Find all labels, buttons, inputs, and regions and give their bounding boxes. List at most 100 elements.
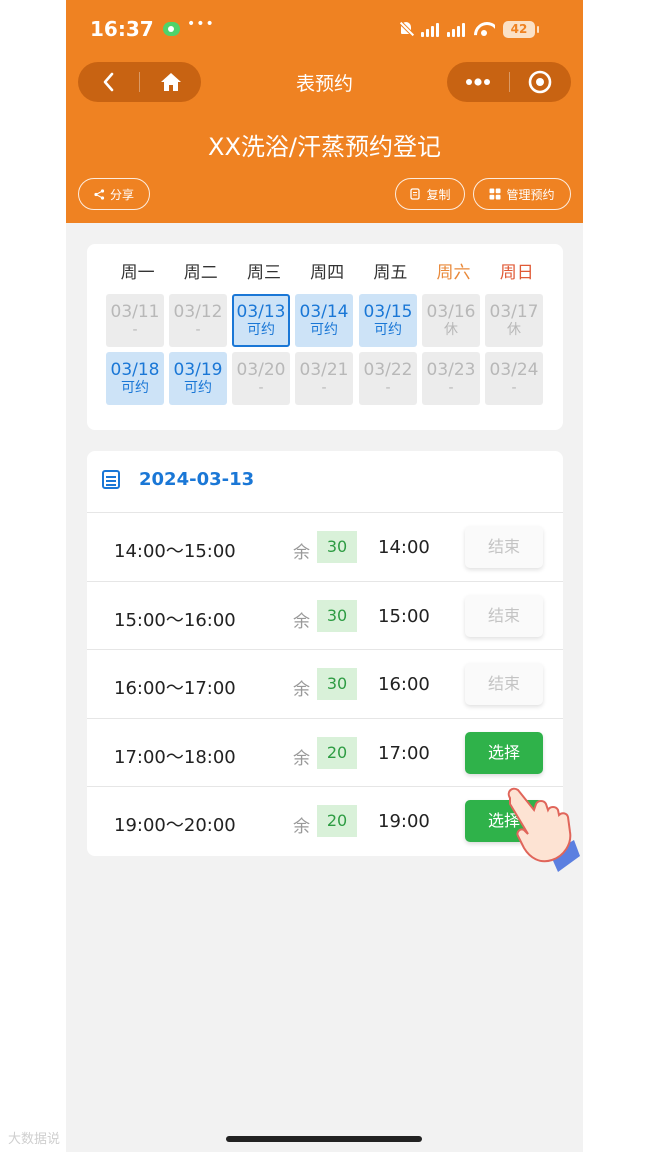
calendar-day[interactable]: 03/12- xyxy=(169,294,227,347)
remaining-label: 余 xyxy=(293,611,310,632)
slot-ended-button: 结束 xyxy=(465,594,543,637)
signal-icon xyxy=(421,21,439,37)
copy-button[interactable]: 复制 xyxy=(395,178,465,210)
day-status: 可约 xyxy=(374,322,402,339)
slot-start-time: 14:00 xyxy=(378,537,430,558)
wechat-icon xyxy=(163,22,180,36)
day-status: 休 xyxy=(507,322,521,339)
copy-icon xyxy=(410,188,421,200)
day-status: - xyxy=(132,322,138,339)
more-dots-icon xyxy=(465,78,490,86)
day-status: 可约 xyxy=(310,322,338,339)
day-date: 03/11 xyxy=(110,302,160,322)
day-date: 03/21 xyxy=(299,360,349,380)
day-date: 03/16 xyxy=(426,302,476,322)
manage-booking-button[interactable]: 管理预约 xyxy=(473,178,571,210)
weekday-fri: 周五 xyxy=(373,263,408,283)
day-status: - xyxy=(448,380,454,397)
slot-time-range: 14:00～15:00 xyxy=(114,541,236,562)
slot-ended-button: 结束 xyxy=(465,526,543,568)
page-title: XX洗浴/汗蒸预约登记 xyxy=(208,133,441,161)
calendar-day[interactable]: 03/23- xyxy=(422,352,480,405)
slot-ended-button: 结束 xyxy=(465,663,543,706)
slot-start-time: 19:00 xyxy=(378,811,430,833)
day-date: 03/18 xyxy=(110,360,160,380)
slot-start-time: 15:00 xyxy=(378,605,430,627)
calendar-day[interactable]: 03/15 可约 xyxy=(359,294,417,347)
remaining-count: 20 xyxy=(317,805,357,838)
calendar-day[interactable]: 03/11- xyxy=(106,294,164,347)
calendar-icon xyxy=(102,470,120,489)
day-status: - xyxy=(258,380,264,397)
calendar-day[interactable]: 03/19 可约 xyxy=(169,352,227,405)
pointing-hand-icon xyxy=(507,787,580,872)
day-date: 03/22 xyxy=(363,360,413,380)
calendar-day[interactable]: 03/14 可约 xyxy=(295,294,353,347)
calendar-day[interactable]: 03/22- xyxy=(359,352,417,405)
slot-time-range: 15:00～16:00 xyxy=(114,609,236,631)
share-button[interactable]: 分享 xyxy=(78,178,150,210)
more-button[interactable] xyxy=(447,62,509,102)
calendar-day-selected[interactable]: 03/13 可约 xyxy=(232,294,290,347)
calendar-day[interactable]: 03/18 可约 xyxy=(106,352,164,405)
select-slot-button[interactable]: 选择 xyxy=(465,731,543,774)
grid-icon xyxy=(489,188,501,200)
slot-time-range: 16:00～17:00 xyxy=(114,678,236,700)
day-status: - xyxy=(321,380,327,397)
copy-label: 复制 xyxy=(426,187,451,202)
calendar-day[interactable]: 03/24- xyxy=(485,352,543,405)
mute-bell-icon xyxy=(399,21,413,37)
day-date: 03/14 xyxy=(299,302,349,322)
remaining-label: 余 xyxy=(293,543,310,563)
calendar-day[interactable]: 03/21- xyxy=(295,352,353,405)
slot-time-range: 17:00～18:00 xyxy=(114,746,236,768)
day-status: - xyxy=(511,380,517,397)
remaining-label: 余 xyxy=(293,817,310,838)
timeslot-row: 19:00～20:00 余 20 19:00 选择 xyxy=(87,787,563,856)
calendar-card: 周一 周二 周三 周四 周五 周六 周日 03/11- 03/12- 03/13… xyxy=(87,244,563,430)
weekday-sat: 周六 xyxy=(436,263,471,283)
weekday-sun: 周日 xyxy=(499,263,534,283)
day-status: 可约 xyxy=(121,380,149,397)
selected-date: 2024-03-13 xyxy=(139,469,255,490)
day-date: 03/20 xyxy=(236,360,286,380)
slot-time-range: 19:00～20:00 xyxy=(114,815,236,837)
day-date: 03/17 xyxy=(489,302,539,322)
weekday-wed: 周三 xyxy=(246,263,281,283)
calendar-day[interactable]: 03/16 休 xyxy=(422,294,480,347)
target-icon xyxy=(528,70,552,94)
day-status: - xyxy=(385,380,391,397)
status-bar: 16:37 ••• 42 xyxy=(66,0,583,56)
day-date: 03/24 xyxy=(489,360,539,380)
status-time: 16:37 xyxy=(90,17,154,41)
manage-label: 管理预约 xyxy=(506,187,555,202)
header: 16:37 ••• 42 表预约 XX洗浴/汗蒸预约登记 分享 复制 管理预约 xyxy=(66,0,583,223)
remaining-count: 30 xyxy=(317,599,357,632)
close-miniprogram-button[interactable] xyxy=(510,62,572,102)
wifi-icon xyxy=(473,21,495,37)
timeslot-row: 14:00～15:00 余 30 14:00 结束 xyxy=(87,513,563,582)
day-date: 03/12 xyxy=(173,302,223,322)
day-date: 03/23 xyxy=(426,360,476,380)
notification-dots: ••• xyxy=(187,16,215,32)
watermark: 大数据说 xyxy=(8,1132,61,1147)
remaining-count: 30 xyxy=(317,531,357,563)
weekday-tue: 周二 xyxy=(183,263,218,283)
day-status: 休 xyxy=(444,322,458,339)
nav-right-capsule xyxy=(447,62,571,102)
day-status: - xyxy=(195,322,201,339)
day-date: 03/15 xyxy=(363,302,413,322)
share-label: 分享 xyxy=(109,187,134,202)
calendar-day[interactable]: 03/17 休 xyxy=(485,294,543,347)
remaining-count: 20 xyxy=(317,736,357,769)
remaining-count: 30 xyxy=(317,668,357,701)
timeslot-row: 16:00～17:00 余 30 16:00 结束 xyxy=(87,650,563,719)
day-date: 03/19 xyxy=(173,360,223,380)
calendar-day[interactable]: 03/20- xyxy=(232,352,290,405)
timeslot-header: 2024-03-13 xyxy=(87,451,563,513)
remaining-label: 余 xyxy=(293,680,310,701)
slot-start-time: 17:00 xyxy=(378,742,430,764)
day-status: 可约 xyxy=(184,380,212,397)
system-icons: 42 xyxy=(399,18,539,40)
slot-start-time: 16:00 xyxy=(378,674,430,696)
